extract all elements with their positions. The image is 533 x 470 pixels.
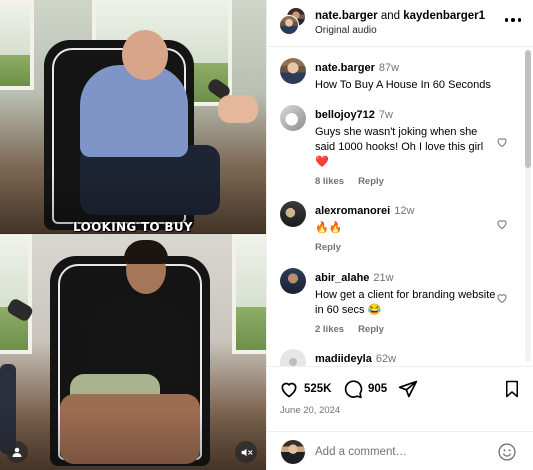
- speaker-muted-icon[interactable]: [235, 441, 257, 463]
- author-connector: and: [380, 10, 401, 22]
- comment-username[interactable]: nate.barger: [315, 62, 375, 74]
- heart-outline-icon[interactable]: [496, 292, 508, 304]
- author-avatar[interactable]: [279, 15, 299, 35]
- comment-username[interactable]: madiideyla: [315, 353, 372, 365]
- more-horizontal-icon[interactable]: [503, 12, 523, 28]
- commenter-avatar[interactable]: [280, 349, 306, 366]
- person-hair: [124, 240, 168, 264]
- bookmark-icon[interactable]: [503, 379, 521, 399]
- post-sidebar: nate.barger and kaydenbarger1 Original a…: [266, 0, 533, 470]
- audio-link[interactable]: Original audio: [315, 25, 377, 36]
- commenter-avatar[interactable]: [280, 268, 306, 294]
- person-head: [122, 30, 168, 80]
- comment-username[interactable]: abir_alahe: [315, 272, 369, 284]
- comment-input[interactable]: [315, 441, 485, 463]
- video-frame-bottom: [0, 234, 266, 470]
- caption-text: How To Buy A House In 60 Seconds: [315, 79, 491, 91]
- like-action[interactable]: 525K: [279, 379, 332, 399]
- emoji-icon[interactable]: [497, 442, 517, 462]
- comment-username[interactable]: alexromanorei: [315, 205, 390, 217]
- scrollbar-thumb[interactable]: [525, 50, 531, 168]
- comment-time: 62w: [375, 353, 397, 365]
- save-action[interactable]: [503, 379, 521, 399]
- background-window: [0, 0, 34, 90]
- reel-post-view: LOOKING TO BUY nate.barger and kaydenbar…: [0, 0, 533, 470]
- comment-likes[interactable]: 2 likes: [315, 324, 344, 335]
- coauthor-link[interactable]: kaydenbarger1: [403, 10, 485, 22]
- author-link[interactable]: nate.barger: [315, 10, 378, 22]
- person-torso: [80, 65, 188, 157]
- background-window: [232, 234, 266, 354]
- author-avatar[interactable]: [280, 58, 306, 84]
- comment-username[interactable]: bellojoy712: [315, 109, 375, 121]
- commenter-avatar[interactable]: [280, 105, 306, 131]
- reply-button[interactable]: Reply: [358, 324, 384, 335]
- comment-text: Guys she wasn't joking when she said 100…: [315, 126, 484, 168]
- comments-list[interactable]: nate.barger 87w How To Buy A House In 60 …: [267, 48, 533, 366]
- comment-text: How get a client for branding website in…: [315, 289, 496, 316]
- comment-text: 🔥🔥: [315, 222, 343, 234]
- reply-button[interactable]: Reply: [315, 242, 341, 253]
- header-authors: nate.barger and kaydenbarger1: [315, 10, 485, 22]
- comment-time: 12w: [394, 205, 415, 217]
- comment-bubble-icon[interactable]: [343, 379, 363, 399]
- heart-outline-icon[interactable]: [496, 218, 508, 230]
- like-count[interactable]: 525K: [304, 383, 332, 395]
- person-torso: [84, 296, 194, 386]
- interviewer-hand: [218, 95, 258, 123]
- comment-composer: [267, 431, 533, 470]
- comment-count[interactable]: 905: [368, 383, 387, 395]
- comment-time: 7w: [378, 109, 393, 121]
- video-frame-top: LOOKING TO BUY: [0, 0, 266, 234]
- background-window: [0, 234, 32, 354]
- comment-time: 21w: [373, 272, 394, 284]
- paper-plane-icon[interactable]: [398, 379, 418, 399]
- heart-icon[interactable]: [279, 379, 299, 399]
- post-date: June 20, 2024: [280, 405, 341, 416]
- heart-outline-icon[interactable]: [496, 136, 508, 148]
- comment-likes[interactable]: 8 likes: [315, 176, 344, 187]
- comment-action[interactable]: 905: [343, 379, 387, 399]
- commenter-avatar[interactable]: [280, 201, 306, 227]
- post-header: nate.barger and kaydenbarger1 Original a…: [267, 0, 533, 47]
- video-player[interactable]: LOOKING TO BUY: [0, 0, 266, 470]
- video-caption: LOOKING TO BUY: [73, 220, 193, 234]
- reply-button[interactable]: Reply: [358, 176, 384, 187]
- user-silhouette-icon[interactable]: [6, 441, 28, 463]
- comment-time: 87w: [378, 62, 400, 74]
- comments-scrollbar[interactable]: [525, 50, 531, 362]
- action-bar: 525K 905 June 20, 2024: [267, 366, 533, 422]
- current-user-avatar: [281, 440, 305, 464]
- share-action[interactable]: [398, 379, 418, 399]
